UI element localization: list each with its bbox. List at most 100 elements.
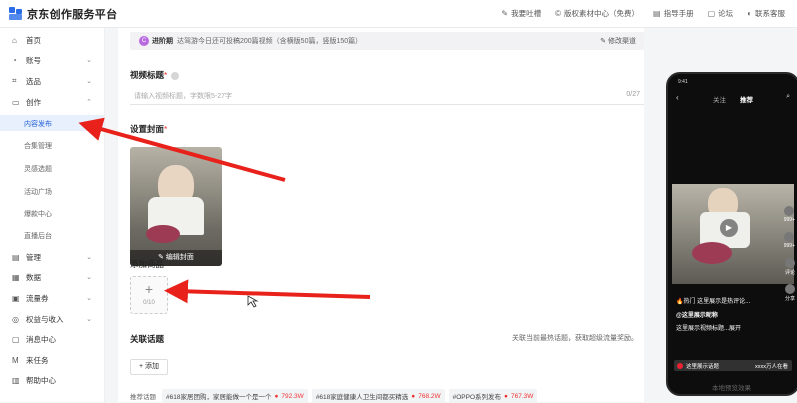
status-time: 9:41 <box>678 79 688 85</box>
sidebar-item-messages[interactable]: ▢ 消息中心 <box>0 331 104 347</box>
chevron-down-icon: ⌄ <box>86 254 92 261</box>
copyright-center-link[interactable]: © 版权素材中心（免费） <box>555 8 639 19</box>
topic-chip[interactable]: #OPPO系列发布 ● 767.3W <box>448 389 538 403</box>
search-icon: ⌕ <box>786 93 790 100</box>
title-char-counter: 0/27 <box>626 91 640 98</box>
video-title-input[interactable]: 请输入视频标题，字数限5-27字 0/27 <box>130 90 644 105</box>
sidebar-item-data[interactable]: ▦ 数据 ⌄ <box>0 269 104 285</box>
level-tag: 进阶期 <box>152 38 173 45</box>
hot-comment: 🔥热门 这里展示是热评论... <box>676 299 751 305</box>
cover-label: 设置封面* <box>130 124 168 134</box>
add-product-button[interactable]: + 0/10 <box>130 276 168 314</box>
logo-icon <box>9 7 23 21</box>
sidebar-item-tasks[interactable]: M 来任务 <box>0 352 104 368</box>
sidebar-item-selection[interactable]: ⌗ 选品 ⌄ <box>0 73 104 89</box>
coupon-icon: ▣ <box>12 293 20 303</box>
help-icon[interactable] <box>171 71 180 80</box>
sidebar-item-manage[interactable]: ▤ 管理 ⌄ <box>0 249 104 265</box>
chevron-up-icon: ⌃ <box>86 99 92 106</box>
recommended-topics: 推荐话题 #618家居团购，家居能做一个是一个 ● 792.3W #618家庭健康人… <box>130 389 538 403</box>
phone-preview: 9:41 ‹ 关注 推荐 ⌕ ▶ 999+ 999+ 评论 分享 🔥热门 这里展… <box>666 72 797 396</box>
feedback-link[interactable]: ✎ 我要吐槽 <box>501 8 541 19</box>
copyright-icon: © <box>555 9 562 18</box>
sidebar: ⌂ 首页 ◔ 账号 ⌄ ⌗ 选品 ⌄ ▭ 创作 ⌃ 内容发布 合集管理 灵感选题 活动广场 爆… <box>0 28 105 402</box>
fire-icon: ● <box>411 392 416 400</box>
sidebar-item-create[interactable]: ▭ 创作 ⌃ <box>0 94 104 110</box>
sidebar-item-help[interactable]: ▥ 帮助中心 <box>0 372 104 388</box>
play-icon: ▶ <box>720 219 738 237</box>
money-icon: ◎ <box>12 314 19 324</box>
chevron-down-icon: ⌄ <box>86 57 92 64</box>
star-icon <box>784 232 795 242</box>
plus-icon: + <box>144 281 154 297</box>
headset-icon: ◐ <box>747 9 752 18</box>
fire-icon: ● <box>504 392 508 400</box>
quota-notice: C 进阶期 达驾游今日还可投稿200篇视频（含横版50篇，竖版150篇） ✎ 修… <box>130 32 644 50</box>
share-icon <box>784 284 795 294</box>
book-icon: ▤ <box>653 9 661 18</box>
preview-topic-bar: 这里展示话题 xxxx万人在看 <box>674 360 792 371</box>
scan-icon: ⌗ <box>12 76 17 85</box>
mail-icon: M <box>12 355 19 365</box>
logo[interactable]: 京东创作服务平台 <box>9 6 117 22</box>
quota-message: 达驾游今日还可投稿200篇视频（含横版50篇，竖版150篇） <box>177 38 363 45</box>
preview-description: 这里展示视频标题...展开 <box>676 326 742 332</box>
chevron-down-icon: ⌄ <box>86 316 92 323</box>
preview-tab-follow: 关注 <box>713 97 726 104</box>
video-title-label: 视频标题* <box>130 69 180 81</box>
comment-icon <box>784 258 795 268</box>
sidebar-sub-activity[interactable]: 活动广场 <box>0 183 104 199</box>
sidebar-sub-live[interactable]: 直播后台 <box>0 227 104 243</box>
folder-icon: ▭ <box>12 97 20 107</box>
cover-image[interactable]: ✎ 编辑封面 <box>130 147 222 266</box>
preview-caption: 本地预览效果 <box>712 385 751 392</box>
app-title: 京东创作服务平台 <box>27 9 118 21</box>
change-channel-button[interactable]: ✎ 修改渠道 <box>600 36 636 46</box>
guide-link[interactable]: ▤ 指导手册 <box>653 8 694 19</box>
topic-chip[interactable]: #618家居团购，家居能做一个是一个 ● 792.3W <box>162 389 308 403</box>
chevron-down-icon: ⌄ <box>86 295 92 302</box>
topic-label: 关联话题 <box>130 334 165 344</box>
doc-icon: ▤ <box>12 252 20 262</box>
edit-icon: ✎ <box>501 9 509 18</box>
forum-link[interactable]: ▢ 论坛 <box>708 8 734 19</box>
user-icon: ◔ <box>12 55 17 65</box>
product-count: 0/10 <box>143 300 155 306</box>
recommended-topics-label: 推荐话题 <box>130 394 156 401</box>
home-icon: ⌂ <box>12 35 17 45</box>
sidebar-item-traffic-coupon[interactable]: ▣ 流量券 ⌄ <box>0 290 104 306</box>
publish-form: C 进阶期 达驾游今日还可投稿200篇视频（含横版50篇，竖版150篇） ✎ 修… <box>118 28 644 403</box>
topic-note: 关联当前最热话题，获取超级流量奖励。 <box>512 335 638 342</box>
edit-icon: ✎ <box>600 38 608 45</box>
preview-panel: 9:41 ‹ 关注 推荐 ⌕ ▶ 999+ 999+ 评论 分享 🔥热门 这里展… <box>652 28 797 402</box>
chevron-down-icon: ⌄ <box>86 78 92 85</box>
contact-support-link[interactable]: ◐ 联系客服 <box>747 8 785 19</box>
add-product-label: 添加商品 <box>130 259 165 269</box>
sidebar-item-income[interactable]: ◎ 权益与收入 ⌄ <box>0 311 104 327</box>
preview-author: @这里展示昵称 <box>676 313 718 319</box>
message-icon: ▢ <box>12 334 20 344</box>
sidebar-sub-collection[interactable]: 合集管理 <box>0 137 104 153</box>
live-dot-icon <box>677 362 683 369</box>
forum-icon: ▢ <box>707 9 716 18</box>
comment-count: 评论 <box>784 258 795 276</box>
share-count: 分享 <box>784 284 795 302</box>
collect-count: 999+ <box>784 232 795 249</box>
heart-icon <box>784 206 795 216</box>
top-links: ✎ 我要吐槽 © 版权素材中心（免费） ▤ 指导手册 ▢ 论坛 ◐ 联系客服 <box>501 8 785 19</box>
chevron-down-icon: ⌄ <box>86 274 92 281</box>
top-bar: 京东创作服务平台 ✎ 我要吐槽 © 版权素材中心（免费） ▤ 指导手册 ▢ 论坛 ◐ 联系… <box>0 0 797 28</box>
data-icon: ▦ <box>12 272 20 282</box>
like-count: 999+ <box>784 206 795 223</box>
level-badge: C <box>139 36 149 46</box>
sidebar-sub-inspiration[interactable]: 灵感选题 <box>0 160 104 176</box>
sidebar-sub-trending[interactable]: 爆款中心 <box>0 205 104 221</box>
sidebar-sub-publish[interactable]: 内容发布 <box>0 115 104 131</box>
preview-tab-recommend: 推荐 <box>740 97 753 104</box>
sidebar-item-home[interactable]: ⌂ 首页 <box>0 32 104 48</box>
fire-icon: ● <box>274 392 279 400</box>
topic-chip[interactable]: #618家庭健康人卫生间都买精选 ● 768.2W <box>311 389 445 403</box>
help-icon: ▥ <box>12 375 20 385</box>
add-topic-button[interactable]: + 添加 <box>130 359 168 375</box>
sidebar-item-account[interactable]: ◔ 账号 ⌄ <box>0 52 104 68</box>
